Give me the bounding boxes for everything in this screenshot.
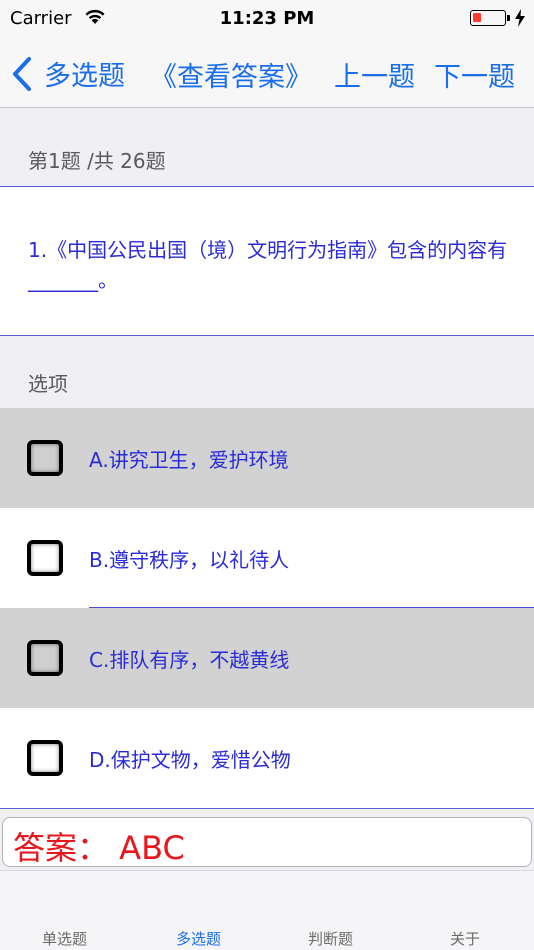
charging-bolt-icon: [515, 9, 525, 27]
divider: [0, 808, 534, 809]
option-label: C.排队有序，不越黄线: [89, 648, 290, 672]
checkbox[interactable]: [27, 640, 63, 676]
tab-true-false[interactable]: 判断题: [308, 928, 353, 949]
option-a[interactable]: A.讲究卫生，爱护环境: [0, 408, 534, 508]
tab-multiple-choice[interactable]: 多选题: [176, 928, 221, 949]
answer-display: 答案： ABC: [2, 817, 532, 867]
option-label: B.遵守秩序，以礼待人: [89, 548, 290, 572]
option-label: D.保护文物，爱惜公物: [89, 748, 291, 772]
checkbox[interactable]: [27, 740, 63, 776]
option-b[interactable]: B.遵守秩序，以礼待人: [0, 508, 534, 608]
options-header: 选项: [28, 372, 68, 396]
navigation-bar: 多选题 《查看答案》 上一题 下一题: [0, 38, 534, 108]
question-counter: 第1题 /共 26题: [28, 149, 166, 173]
battery-level: [473, 13, 481, 22]
back-button[interactable]: 多选题: [10, 54, 125, 93]
option-d[interactable]: D.保护文物，爱惜公物: [0, 708, 534, 808]
previous-question-button[interactable]: 上一题: [334, 55, 415, 94]
next-question-button[interactable]: 下一题: [434, 55, 515, 94]
checkbox[interactable]: [27, 540, 63, 576]
checkbox[interactable]: [27, 440, 63, 476]
tab-about[interactable]: 关于: [450, 928, 480, 949]
tab-bar: 单选题 多选题 判断题 关于: [0, 870, 534, 950]
view-answer-button[interactable]: 《查看答案》: [150, 55, 312, 94]
status-bar: Carrier 11:23 PM: [0, 0, 534, 38]
clock: 11:23 PM: [219, 8, 315, 29]
battery-icon: [470, 10, 510, 26]
question-text: 1.《中国公民出国（境）文明行为指南》包含的内容有_______。: [0, 186, 534, 336]
tab-single-choice[interactable]: 单选题: [42, 928, 87, 949]
chevron-left-icon: [13, 56, 31, 91]
back-label: 多选题: [44, 61, 125, 92]
option-c[interactable]: C.排队有序，不越黄线: [0, 608, 534, 708]
option-label: A.讲究卫生，爱护环境: [89, 448, 289, 472]
